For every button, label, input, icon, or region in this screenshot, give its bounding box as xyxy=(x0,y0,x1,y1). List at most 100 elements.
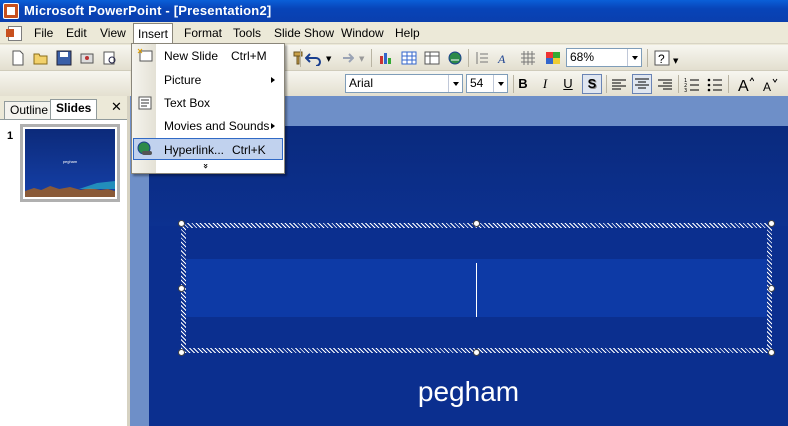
insert-menu: New Slide Ctrl+M Picture Text Box Movies… xyxy=(131,43,285,174)
document-icon[interactable] xyxy=(6,24,24,42)
svg-text:3: 3 xyxy=(684,88,687,93)
toolbar-options-icon[interactable]: ▼ xyxy=(673,57,678,65)
font-dropdown-icon[interactable] xyxy=(448,75,462,92)
menu-item-label: Hyperlink... xyxy=(164,143,225,157)
menu-item-label: Text Box xyxy=(164,96,211,110)
font-size-combo[interactable]: 54 xyxy=(466,74,508,93)
hyperlink-icon xyxy=(137,141,152,155)
show-formatting-icon[interactable]: A xyxy=(497,50,513,66)
font-combo[interactable]: Arial xyxy=(345,74,463,93)
menu-slide-show[interactable]: Slide Show xyxy=(270,25,338,41)
title-placeholder[interactable] xyxy=(178,220,775,356)
underline-button[interactable]: U xyxy=(558,74,578,94)
resize-handle-top-left[interactable] xyxy=(178,220,185,227)
new-icon[interactable] xyxy=(10,50,26,66)
slide-number: 1 xyxy=(7,130,14,142)
menu-item-shortcut: Ctrl+K xyxy=(232,143,266,157)
font-value: Arial xyxy=(349,76,374,90)
undo-dropdown-icon[interactable]: ▼ xyxy=(326,55,331,63)
permission-icon[interactable] xyxy=(79,50,95,66)
menu-item-picture[interactable]: Picture xyxy=(133,69,283,91)
redo-dropdown-icon[interactable]: ▼ xyxy=(359,55,364,63)
new-slide-icon xyxy=(137,48,153,62)
expand-menu-chevron-icon[interactable]: » xyxy=(200,163,210,169)
menu-bar: File Edit View Insert Format Tools Slide… xyxy=(0,22,788,44)
menu-view[interactable]: View xyxy=(96,25,130,41)
submenu-arrow-icon xyxy=(271,77,275,83)
italic-button[interactable]: I xyxy=(535,74,555,94)
color-grayscale-icon[interactable] xyxy=(545,50,561,66)
title-bar: Microsoft PowerPoint - [Presentation2] xyxy=(0,0,788,22)
slides-pane: Outline Slides ✕ 1 pegham xyxy=(0,96,130,426)
mountains-image xyxy=(25,181,115,197)
menu-item-label: New Slide xyxy=(164,49,219,63)
font-size-value: 54 xyxy=(470,76,484,90)
menu-insert[interactable]: Insert xyxy=(133,23,174,43)
powerpoint-app-icon[interactable] xyxy=(3,3,19,19)
align-left-icon[interactable] xyxy=(611,77,627,93)
align-center-icon[interactable] xyxy=(632,74,652,94)
menu-item-movies-and-sounds[interactable]: Movies and Sounds xyxy=(133,115,283,137)
zoom-combo[interactable]: 68% xyxy=(566,48,642,67)
menu-tools[interactable]: Tools xyxy=(229,25,265,41)
svg-text:A: A xyxy=(497,52,506,66)
menu-item-text-box[interactable]: Text Box xyxy=(133,92,283,114)
svg-text:?: ? xyxy=(658,52,665,66)
menu-item-label: Movies and Sounds xyxy=(164,119,270,133)
menu-file[interactable]: File xyxy=(30,25,57,41)
decrease-font-size-icon[interactable]: A xyxy=(762,77,778,93)
zoom-value: 68% xyxy=(570,50,595,64)
save-icon[interactable] xyxy=(56,50,72,66)
numbering-icon[interactable]: 123 xyxy=(684,77,700,93)
svg-text:A: A xyxy=(738,78,749,92)
align-right-icon[interactable] xyxy=(657,77,673,93)
font-size-dropdown-icon[interactable] xyxy=(493,75,507,92)
close-pane-icon[interactable]: ✕ xyxy=(111,100,122,115)
show-grid-icon[interactable] xyxy=(520,50,536,66)
text-box-icon xyxy=(138,96,152,110)
menu-item-new-slide[interactable]: New Slide Ctrl+M xyxy=(133,45,283,67)
insert-chart-icon[interactable] xyxy=(378,50,394,66)
menu-item-shortcut: Ctrl+M xyxy=(231,49,267,63)
slide-thumbnail[interactable]: pegham xyxy=(20,124,120,202)
tab-outline[interactable]: Outline xyxy=(4,101,55,119)
text-cursor xyxy=(476,263,477,317)
help-icon[interactable]: ? xyxy=(654,50,670,66)
bold-button[interactable]: B xyxy=(513,74,533,94)
tab-slides[interactable]: Slides xyxy=(50,99,98,120)
menu-edit[interactable]: Edit xyxy=(62,25,91,41)
resize-handle-top[interactable] xyxy=(473,220,480,227)
slide-thumbnail-text: pegham xyxy=(62,159,78,164)
redo-icon[interactable] xyxy=(338,50,354,66)
bullets-icon[interactable] xyxy=(707,77,723,93)
shadow-button[interactable]: S xyxy=(582,74,602,94)
svg-text:A: A xyxy=(763,80,771,93)
open-icon[interactable] xyxy=(33,50,49,66)
menu-window[interactable]: Window xyxy=(337,25,388,41)
menu-format[interactable]: Format xyxy=(180,25,226,41)
resize-handle-bottom[interactable] xyxy=(473,349,480,356)
resize-handle-top-right[interactable] xyxy=(768,220,775,227)
print-preview-icon[interactable] xyxy=(102,50,118,66)
resize-handle-bottom-right[interactable] xyxy=(768,349,775,356)
slide-subtitle[interactable]: pegham xyxy=(149,376,788,408)
zoom-dropdown-icon[interactable] xyxy=(627,49,641,66)
resize-handle-right[interactable] xyxy=(768,285,775,292)
insert-hyperlink-icon[interactable] xyxy=(447,50,463,66)
slides-list: 1 pegham xyxy=(0,119,127,426)
standard-toolbar: ▼ ▼ A 68% ? ▼ xyxy=(0,45,788,71)
window-title: Microsoft PowerPoint - [Presentation2] xyxy=(24,3,272,18)
insert-table-icon[interactable] xyxy=(401,50,417,66)
format-painter-icon[interactable] xyxy=(290,50,306,66)
menu-help[interactable]: Help xyxy=(391,25,424,41)
expand-all-icon[interactable] xyxy=(474,50,490,66)
increase-font-size-icon[interactable]: A xyxy=(738,76,754,92)
undo-icon[interactable] xyxy=(305,50,321,66)
submenu-arrow-icon xyxy=(271,123,275,129)
tables-borders-icon[interactable] xyxy=(424,50,440,66)
resize-handle-left[interactable] xyxy=(178,285,185,292)
resize-handle-bottom-left[interactable] xyxy=(178,349,185,356)
formatting-toolbar-left xyxy=(0,71,130,97)
menu-item-label: Picture xyxy=(164,73,202,87)
menu-item-hyperlink[interactable]: Hyperlink... Ctrl+K xyxy=(133,138,283,160)
